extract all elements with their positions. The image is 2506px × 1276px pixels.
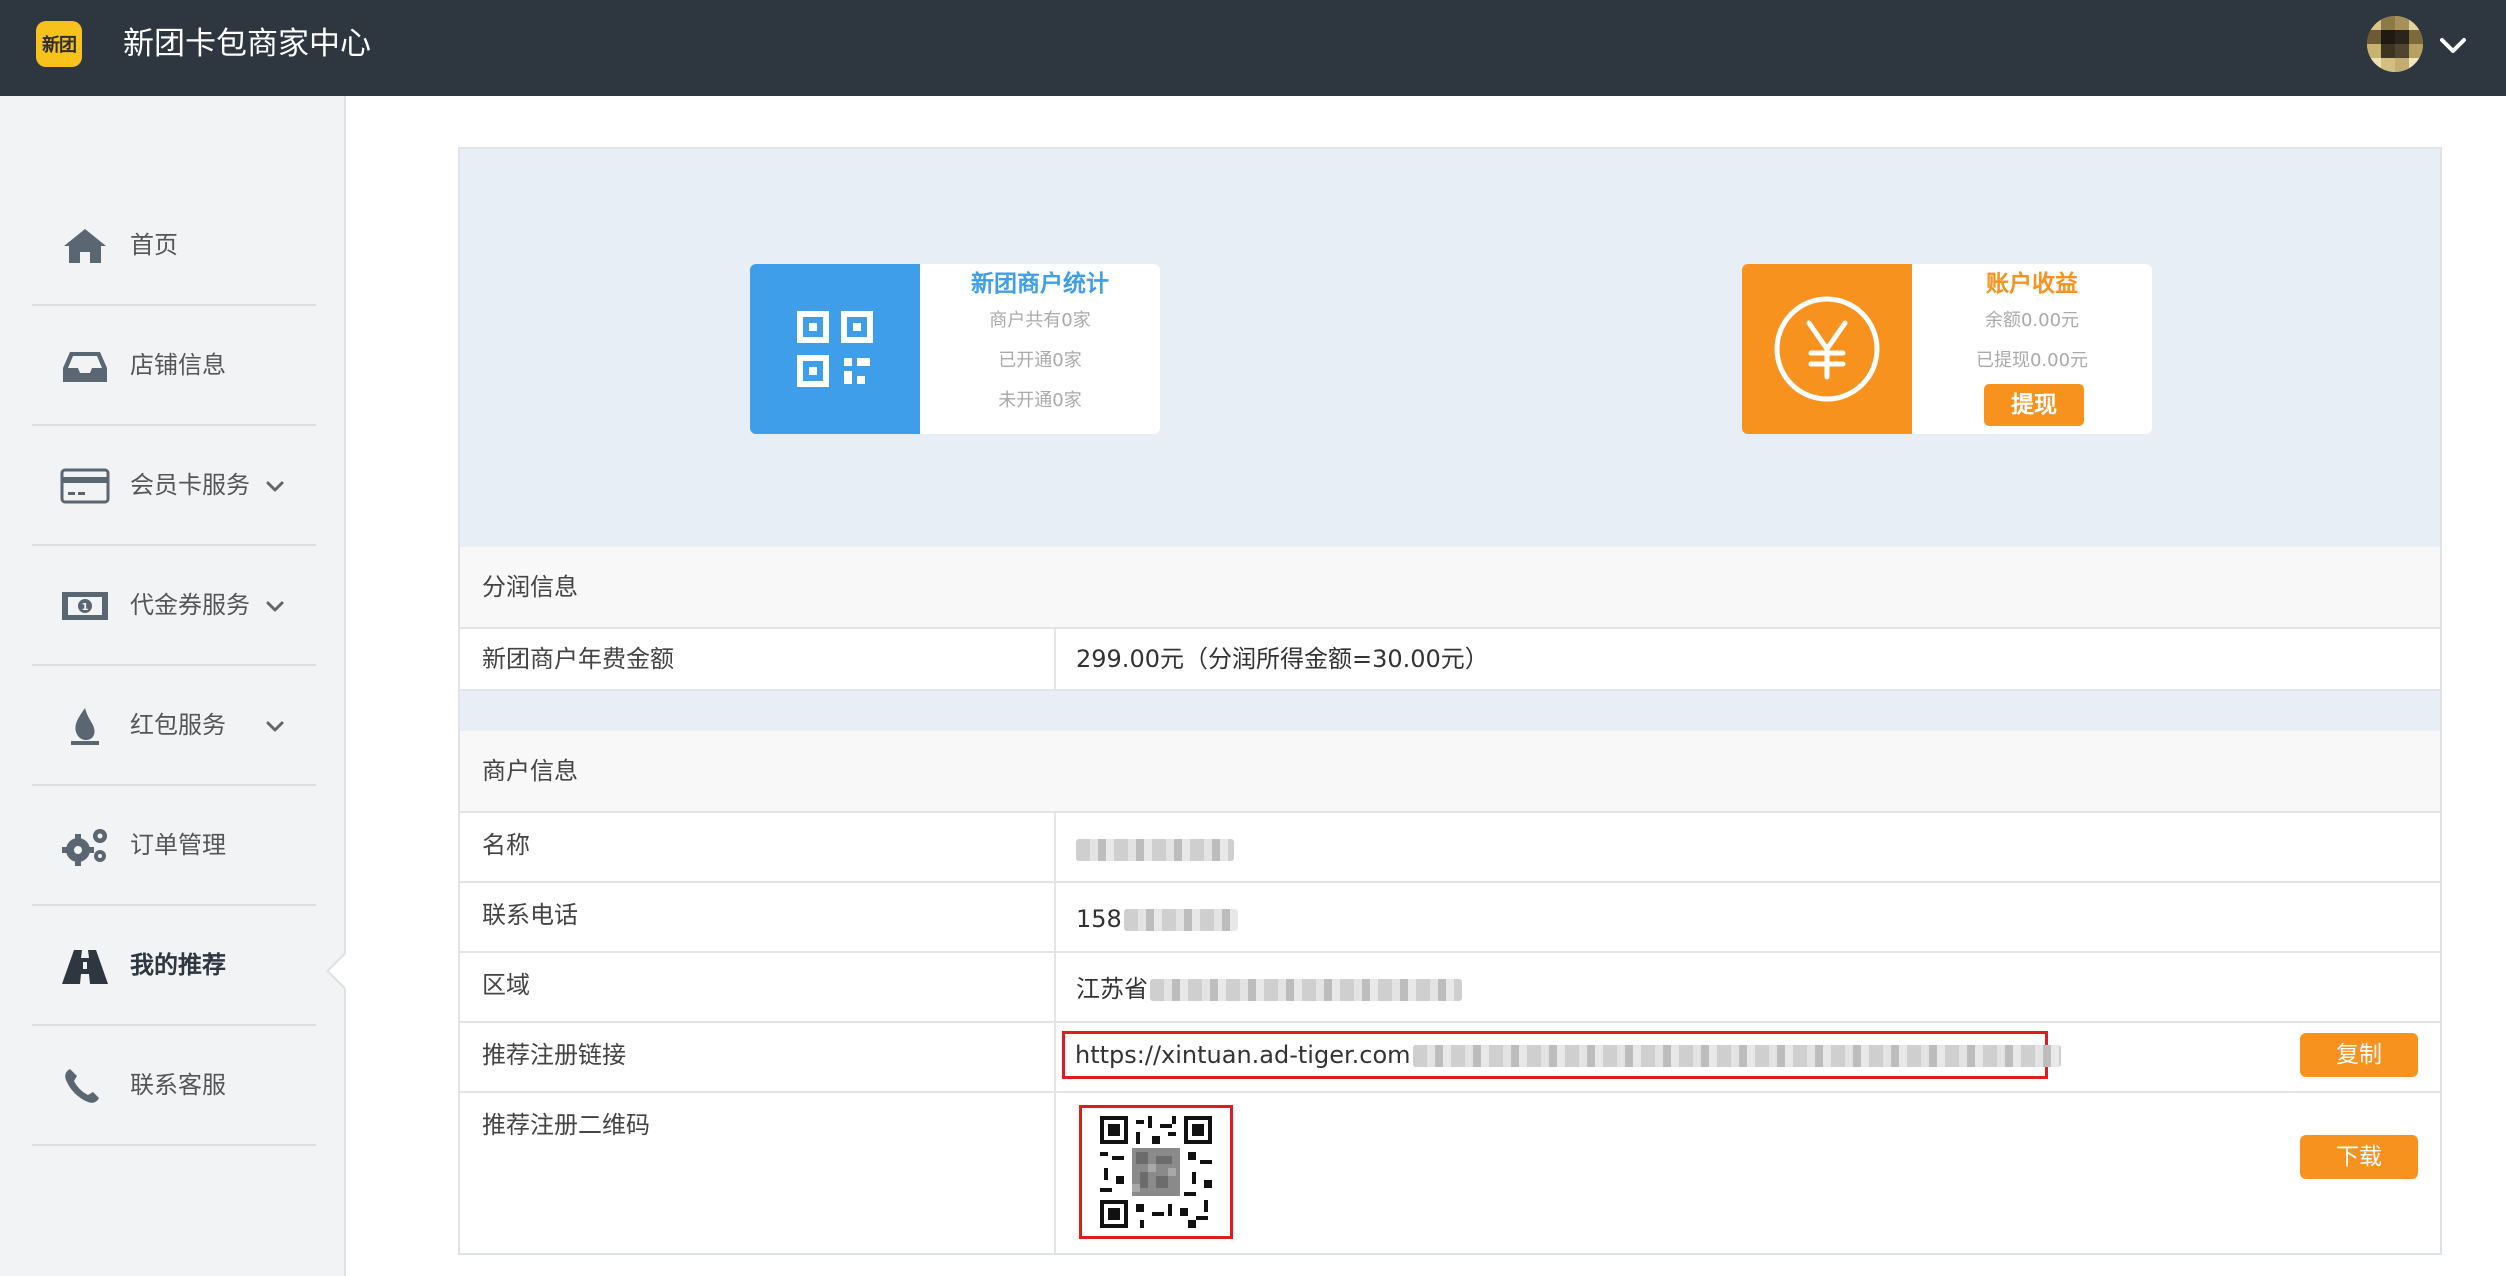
section-title: 商户信息 (482, 757, 578, 785)
withdraw-button[interactable]: 提现 (1984, 384, 2084, 426)
sidebar-item-orders[interactable]: 订单管理 (32, 786, 316, 906)
card-stat-unopened: 未开通0家 (998, 390, 1082, 411)
sidebar-item-home[interactable]: 首页 (32, 186, 316, 306)
sidebar-item-my-referrals[interactable]: 我的推荐 (32, 906, 316, 1026)
referral-qrcode (1079, 1105, 1233, 1239)
sidebar-item-label: 代金券服务 (130, 591, 250, 619)
column-divider (1054, 1093, 1056, 1253)
credit-card-icon (60, 468, 110, 504)
yen-icon (1774, 296, 1880, 402)
fire-icon (71, 708, 99, 745)
qrcode-icon (797, 311, 873, 387)
row-label: 推荐注册链接 (482, 1041, 626, 1069)
region-value: 江苏省 (1076, 971, 1462, 1007)
inbox-icon (63, 352, 107, 382)
chevron-down-icon (266, 721, 284, 732)
card-stat-opened: 已开通0家 (998, 350, 1082, 371)
merchant-section-header: 商户信息 (460, 731, 2440, 813)
phone-value: 158 (1076, 901, 1238, 937)
active-indicator (326, 951, 347, 991)
banknote-icon: 1 (62, 592, 108, 620)
row-label: 推荐注册二维码 (482, 1111, 650, 1139)
card-icon-box (1742, 264, 1912, 434)
column-divider (1054, 1023, 1056, 1091)
row-label: 新团商户年费金额 (482, 645, 674, 673)
card-icon-box (750, 264, 920, 434)
sidebar-item-member-card[interactable]: 会员卡服务 (32, 426, 316, 546)
chevron-down-icon (266, 601, 284, 612)
sidebar-item-label: 会员卡服务 (130, 471, 250, 499)
column-divider (1054, 953, 1056, 1021)
sidebar: 首页 店铺信息 会员卡服务 1 代金券服务 红包服务 订单管理 我的推荐 联系客… (0, 96, 346, 1276)
table-row: 推荐注册二维码 下载 (460, 1093, 2440, 1253)
top-bar: 新团 新团卡包商家中心 (0, 0, 2506, 96)
home-icon (64, 229, 106, 263)
copy-button[interactable]: 复制 (2300, 1033, 2418, 1077)
app-title: 新团卡包商家中心 (123, 26, 371, 62)
redacted-text (1123, 909, 1238, 931)
sidebar-item-voucher[interactable]: 1 代金券服务 (32, 546, 316, 666)
referral-link-text: https://xintuan.ad-tiger.com (1075, 1041, 1411, 1069)
table-row: 名称 (460, 813, 2440, 883)
sidebar-item-label: 店铺信息 (130, 351, 226, 379)
sidebar-item-red-packet[interactable]: 红包服务 (32, 666, 316, 786)
redacted-text (1150, 979, 1462, 1001)
row-label: 区域 (482, 971, 530, 999)
table-row: 推荐注册链接 https://xintuan.ad-tiger.com 复制 (460, 1023, 2440, 1093)
sidebar-item-label: 我的推荐 (130, 951, 226, 979)
card-title: 新团商户统计 (971, 271, 1109, 297)
gears-icon (62, 829, 107, 866)
card-balance: 余额0.00元 (1984, 310, 2080, 331)
avatar[interactable] (2367, 16, 2423, 72)
sidebar-item-label: 联系客服 (130, 1071, 226, 1099)
region-province: 江苏省 (1076, 975, 1148, 1003)
column-divider (1054, 629, 1056, 689)
app-logo[interactable]: 新团 (36, 21, 82, 67)
sidebar-item-store-info[interactable]: 店铺信息 (32, 306, 316, 426)
sidebar-item-label: 订单管理 (130, 831, 226, 859)
account-earnings-card: 账户收益 余额0.00元 已提现0.00元 提现 (1742, 264, 2152, 434)
sidebar-item-label: 首页 (130, 231, 178, 259)
merchant-stats-card: 新团商户统计 商户共有0家 已开通0家 未开通0家 (750, 264, 1160, 434)
phone-prefix: 158 (1076, 905, 1122, 933)
table-row: 区域 江苏省 (460, 953, 2440, 1023)
chevron-down-icon (266, 481, 284, 492)
profit-section-header: 分润信息 (460, 547, 2440, 629)
table-row: 联系电话 158 (460, 883, 2440, 953)
row-label: 联系电话 (482, 901, 578, 929)
redacted-text (1412, 1045, 2061, 1067)
column-divider (1054, 813, 1056, 881)
main-panel: 新团商户统计 商户共有0家 已开通0家 未开通0家 账户收益 余额0.00元 已… (458, 147, 2442, 1255)
table-row: 新团商户年费金额 299.00元（分润所得金额=30.00元） (460, 629, 2440, 691)
referral-link-field[interactable]: https://xintuan.ad-tiger.com (1062, 1031, 2061, 1079)
row-label: 名称 (482, 831, 530, 859)
road-icon (62, 950, 108, 984)
download-button[interactable]: 下载 (2300, 1135, 2418, 1179)
column-divider (1054, 883, 1056, 951)
sidebar-item-customer-service[interactable]: 联系客服 (32, 1026, 316, 1146)
redacted-text (1076, 839, 1234, 861)
merchant-name-value (1076, 831, 1234, 867)
card-withdrawn: 已提现0.00元 (1975, 350, 2089, 371)
section-title: 分润信息 (482, 573, 578, 601)
card-stat-total: 商户共有0家 (989, 310, 1091, 331)
annual-fee-value: 299.00元（分润所得金额=30.00元） (1076, 645, 1489, 673)
phone-icon (65, 1069, 99, 1103)
user-menu-chevron-icon[interactable] (2438, 34, 2468, 58)
referral-link-value: https://xintuan.ad-tiger.com (1075, 1037, 2061, 1073)
sidebar-item-label: 红包服务 (130, 711, 226, 739)
card-title: 账户收益 (1986, 271, 2078, 297)
svg-text:1: 1 (82, 602, 89, 613)
qrcode-image (1100, 1116, 1212, 1228)
